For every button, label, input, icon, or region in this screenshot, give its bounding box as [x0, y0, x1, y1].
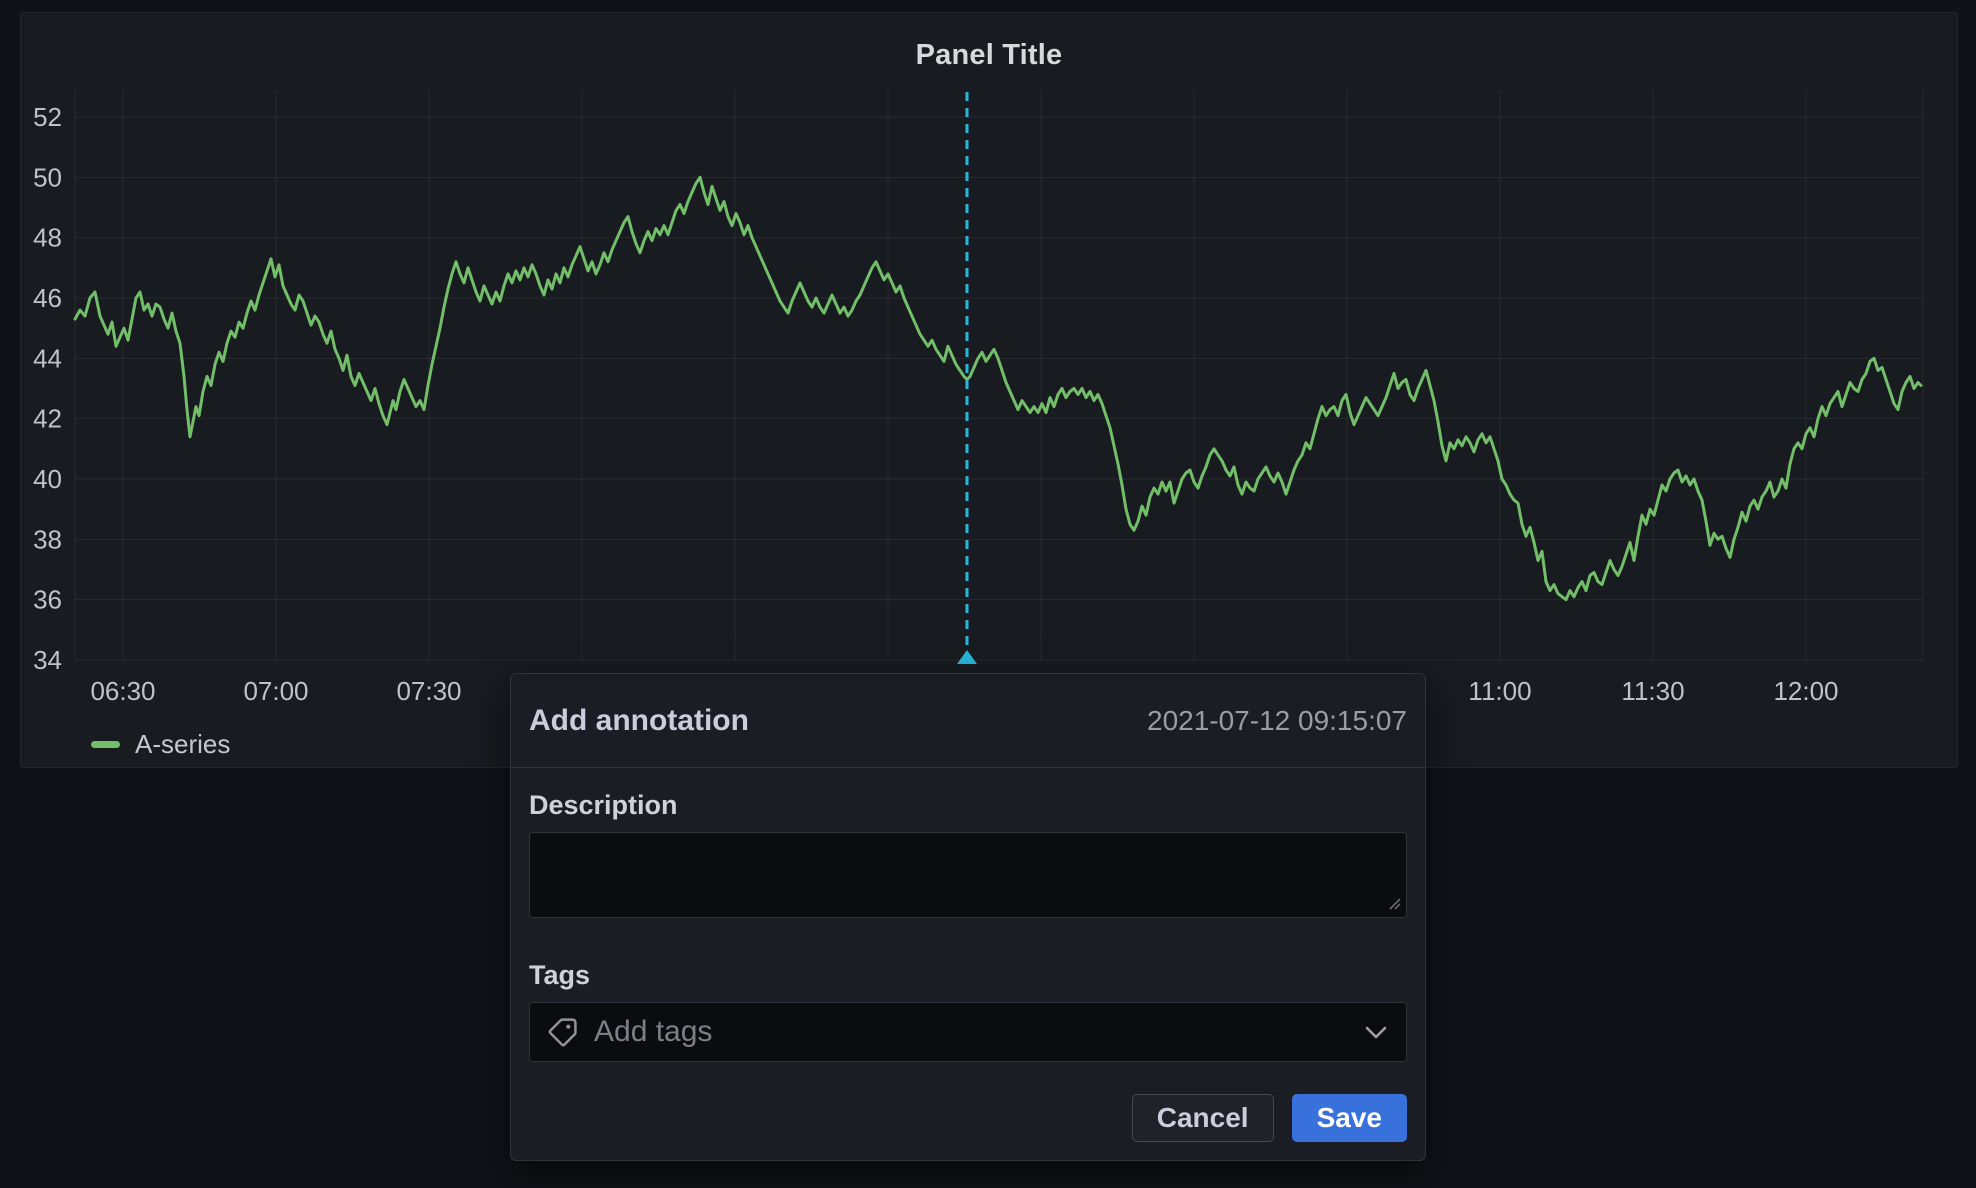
dialog-header: Add annotation 2021-07-12 09:15:07	[511, 674, 1425, 768]
grafana-dashboard: Panel Title A-series 5250484644424038363…	[0, 0, 1976, 1188]
timeseries-panel: Panel Title A-series	[20, 12, 1958, 768]
dialog-footer: Cancel Save	[529, 1094, 1407, 1142]
dialog-title: Add annotation	[529, 704, 749, 738]
annotation-timestamp: 2021-07-12 09:15:07	[1147, 705, 1407, 737]
cancel-button[interactable]: Cancel	[1132, 1094, 1274, 1142]
panel-title[interactable]: Panel Title	[21, 39, 1957, 72]
add-annotation-dialog: Add annotation 2021-07-12 09:15:07 Descr…	[510, 673, 1426, 1161]
description-label: Description	[529, 790, 1407, 820]
save-button[interactable]: Save	[1292, 1094, 1407, 1142]
description-input[interactable]	[529, 832, 1407, 918]
tags-input[interactable]	[529, 1002, 1407, 1062]
legend-label: A-series	[135, 729, 230, 760]
tags-label: Tags	[529, 960, 1407, 990]
dialog-body: Description Tags	[511, 768, 1425, 1160]
legend-item-a-series[interactable]: A-series	[91, 729, 230, 759]
legend-swatch-icon	[91, 741, 120, 748]
